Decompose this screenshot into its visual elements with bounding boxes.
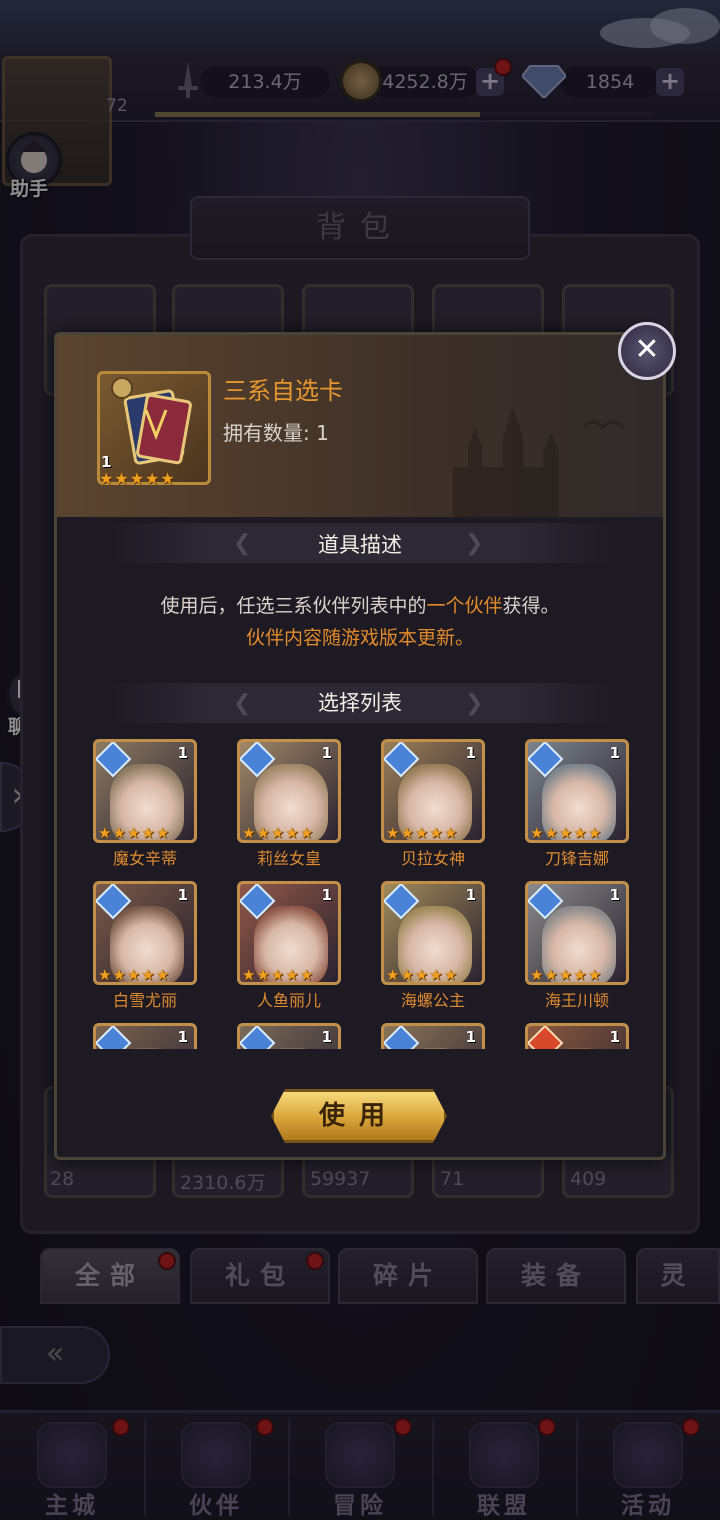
list-section-title: 选择列表 xyxy=(318,691,402,715)
hero-name: 魔女辛蒂 xyxy=(112,849,177,868)
hero-name: 人鱼丽儿 xyxy=(256,991,321,1010)
water-element-icon xyxy=(384,1026,420,1049)
hero-portrait: 1 ★★★★★ xyxy=(237,881,341,985)
hero-portrait: 1 ★★★★★ xyxy=(381,739,485,843)
hero-portrait: 1★★★★★ xyxy=(525,1023,629,1049)
hero-level: 1 xyxy=(609,886,620,904)
hero-name: 刀锋吉娜 xyxy=(544,849,609,868)
card-icon xyxy=(111,377,192,465)
hero-star-rating: ★ ★ ★ ★ ★ xyxy=(530,824,602,842)
hero-portrait: 1 ★★★★★ xyxy=(93,881,197,985)
hero-name: 莉丝女皇 xyxy=(256,849,321,868)
hero-level: 1 xyxy=(465,744,476,762)
hero-name: 海螺公主 xyxy=(400,991,465,1010)
hero-portrait: 1★★★★★ xyxy=(381,1023,485,1049)
hero-portrait: 1 ★★★★★ xyxy=(237,739,341,843)
water-element-icon xyxy=(96,1026,132,1049)
hero-portrait: 1 ★★★★★ xyxy=(93,739,197,843)
item-name: 三系自选卡 xyxy=(223,377,343,405)
hero-level: 1 xyxy=(609,744,620,762)
hero-level: 1 xyxy=(177,744,188,762)
hero-name: 贝拉女神 xyxy=(400,849,465,868)
hero-level: 1 xyxy=(609,1028,620,1046)
hero-portrait: 1★★★★★ xyxy=(93,1023,197,1049)
item-icon xyxy=(97,371,211,485)
hero-star-rating: ★ ★ ★ ★ ★ xyxy=(98,966,170,984)
close-icon: ✕ xyxy=(634,332,660,367)
hero-name: 白雪尤丽 xyxy=(112,991,177,1010)
item-detail-dialog: 1 ★ ★ ★ ★ ★ 三系自选卡 拥有数量: 1 ❮ ❯ 道具描述 使用后，任选三系伙… xyxy=(54,332,666,1160)
castle-silhouette-icon xyxy=(453,407,625,517)
desc-highlight: 伙伴内容随游戏版本更新。 xyxy=(245,627,474,649)
hero-portrait: 1 ★★★★★ xyxy=(525,739,629,843)
desc-text: 使用后，任选三系伙伴列表中的 xyxy=(160,595,427,617)
hero-star-rating: ★ ★ ★ ★ ★ xyxy=(242,966,314,984)
item-star-rating: ★ ★ ★ ★ ★ xyxy=(99,469,175,488)
use-button[interactable]: 使用 xyxy=(271,1089,447,1143)
hero-selection-list[interactable]: 1 ★ ★ ★ ★ ★ 魔女辛蒂 1 ★ ★ ★ ★ ★ 莉丝女皇 1 ★ ★ ★ ★ ★ 贝拉女神 1 ★ ★ ★ ★ ★ 刀锋吉娜… xyxy=(85,739,635,1049)
item-description-note: 伙伴内容随游戏版本更新。 xyxy=(57,623,663,650)
hero-level: 1 xyxy=(465,1028,476,1046)
hero-portrait: 1 ★★★★★ xyxy=(381,881,485,985)
hero-star-rating: ★ ★ ★ ★ ★ xyxy=(386,966,458,984)
item-owned-count: 拥有数量: 1 xyxy=(223,421,329,445)
hero-level: 1 xyxy=(177,886,188,904)
item-header: 1 ★ ★ ★ ★ ★ 三系自选卡 拥有数量: 1 xyxy=(57,335,663,517)
hero-star-rating: ★ ★ ★ ★ ★ xyxy=(386,824,458,842)
desc-text: 获得。 xyxy=(502,595,560,617)
hero-name: 海王川顿 xyxy=(544,991,609,1010)
hero-star-rating: ★ ★ ★ ★ ★ xyxy=(98,824,170,842)
hero-star-rating: ★ ★ ★ ★ ★ xyxy=(242,824,314,842)
hero-portrait: 1★★★★★ xyxy=(237,1023,341,1049)
desc-section-title: 道具描述 xyxy=(318,533,402,557)
close-button[interactable]: ✕ xyxy=(618,322,676,380)
hero-portrait: 1 ★★★★★ xyxy=(525,881,629,985)
hero-level: 1 xyxy=(321,1028,332,1046)
fire-element-icon xyxy=(528,1026,564,1049)
hero-star-rating: ★ ★ ★ ★ ★ xyxy=(530,966,602,984)
hero-level: 1 xyxy=(321,886,332,904)
hero-level: 1 xyxy=(177,1028,188,1046)
desc-highlight: 一个伙伴 xyxy=(426,595,503,617)
item-description-line: 使用后，任选三系伙伴列表中的一个伙伴获得。 xyxy=(57,591,663,618)
hero-level: 1 xyxy=(321,744,332,762)
water-element-icon xyxy=(240,1026,276,1049)
hero-level: 1 xyxy=(465,886,476,904)
